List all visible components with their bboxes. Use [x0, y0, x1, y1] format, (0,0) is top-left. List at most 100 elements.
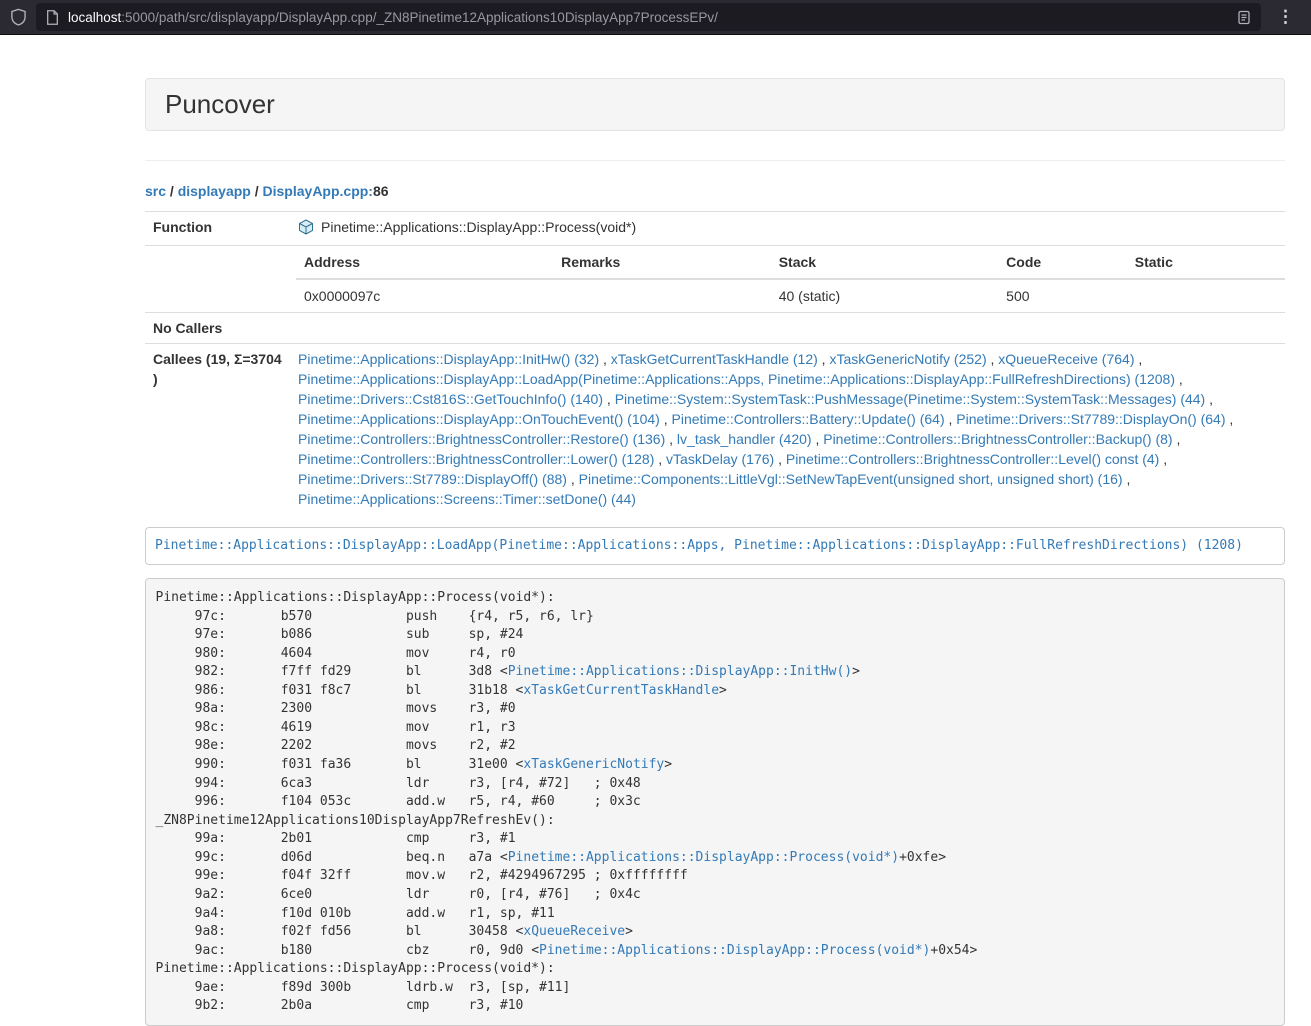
callee-link[interactable]: xQueueReceive (764)	[998, 351, 1134, 367]
asm-symbol-link[interactable]: xQueueReceive	[523, 924, 625, 939]
reader-mode-icon[interactable]	[1237, 10, 1251, 25]
callee-link[interactable]: Pinetime::Controllers::BrightnessControl…	[298, 431, 665, 447]
callee-link[interactable]: Pinetime::Controllers::BrightnessControl…	[786, 451, 1159, 467]
asm-symbol-link[interactable]: Pinetime::Applications::DisplayApp::Proc…	[508, 850, 899, 865]
shield-icon[interactable]	[10, 8, 27, 26]
no-callers-label: No Callers	[145, 312, 290, 343]
asm-symbol-link[interactable]: Pinetime::Applications::DisplayApp::Init…	[508, 664, 852, 679]
text-segment: 98c: 4619 mov r1, r3	[156, 720, 516, 735]
metrics-values-row: 0x0000097c 40 (static) 500	[296, 279, 1285, 312]
text-segment: >	[719, 683, 727, 698]
col-remarks: Remarks	[553, 246, 771, 279]
stack-value: 40 (static)	[771, 279, 998, 312]
callee-link[interactable]: Pinetime::Applications::Screens::Timer::…	[298, 491, 636, 507]
callee-link[interactable]: Pinetime::Controllers::Battery::Update()…	[672, 411, 945, 427]
callee-link[interactable]: Pinetime::Controllers::BrightnessControl…	[298, 451, 654, 467]
breadcrumb-src[interactable]: src	[145, 183, 166, 199]
text-segment: ,	[1175, 371, 1183, 387]
text-segment: ,	[774, 451, 786, 467]
function-row: Function Pinetime::Applications::Display…	[145, 211, 1285, 245]
url-host: localhost	[68, 10, 121, 25]
page-info-icon[interactable]	[46, 10, 59, 25]
text-segment: >	[664, 757, 672, 772]
asm-symbol-link[interactable]: xTaskGenericNotify	[523, 757, 664, 772]
overflow-menu-icon[interactable]: ⋮	[1270, 7, 1301, 27]
callee-link[interactable]: Pinetime::Applications::DisplayApp::OnTo…	[298, 411, 660, 427]
text-segment: 982: f7ff fd29 bl 3d8 <	[156, 664, 508, 679]
breadcrumb-displayapp[interactable]: displayapp	[178, 183, 251, 199]
text-segment: Pinetime::Applications::DisplayApp::Proc…	[156, 961, 555, 976]
callee-link[interactable]: Pinetime::Applications::DisplayApp::Init…	[298, 351, 599, 367]
url-bar[interactable]: localhost:5000/path/src/displayapp/Displ…	[36, 3, 1261, 31]
metrics-cell: Address Remarks Stack Code Static 0x0000…	[290, 245, 1285, 312]
remarks-value	[553, 279, 771, 312]
asm-symbol-link[interactable]: Pinetime::Applications::DisplayApp::Proc…	[539, 943, 930, 958]
page-title-box: Puncover	[145, 78, 1285, 131]
text-segment: 9b2: 2b0a cmp r3, #10	[156, 998, 524, 1013]
breadcrumb: src / displayapp / DisplayApp.cpp:86	[145, 181, 1285, 201]
text-segment: 996: f104 053c add.w r5, r4, #60 ; 0x3c	[156, 794, 641, 809]
address-value: 0x0000097c	[296, 279, 553, 312]
callee-link[interactable]: Pinetime::Drivers::Cst816S::GetTouchInfo…	[298, 391, 603, 407]
text-segment: ,	[818, 351, 830, 367]
callee-link[interactable]: Pinetime::Drivers::St7789::DisplayOff() …	[298, 471, 567, 487]
text-segment: _ZN8Pinetime12Applications10DisplayApp7R…	[156, 813, 555, 828]
callee-link[interactable]: Pinetime::Controllers::BrightnessControl…	[823, 431, 1172, 447]
callee-link[interactable]: vTaskDelay (176)	[666, 451, 774, 467]
metrics-header-row: Address Remarks Stack Code Static	[296, 246, 1285, 279]
function-name: Pinetime::Applications::DisplayApp::Proc…	[321, 219, 636, 235]
text-segment: ,	[1173, 431, 1181, 447]
callees-label: Callees (19, Σ=3704 )	[145, 343, 290, 514]
callee-link[interactable]: xTaskGenericNotify (252)	[829, 351, 986, 367]
text-segment: ,	[1159, 451, 1167, 467]
callee-link[interactable]: lv_task_handler (420)	[677, 431, 812, 447]
code-value: 500	[998, 279, 1127, 312]
text-segment: ,	[660, 411, 672, 427]
function-table: Function Pinetime::Applications::Display…	[145, 211, 1285, 514]
text-segment: 9a8: f02f fd56 bl 30458 <	[156, 924, 524, 939]
page-title: Puncover	[165, 90, 1265, 119]
breadcrumb-file[interactable]: DisplayApp.cpp:	[263, 183, 373, 199]
text-segment: 980: 4604 mov r4, r0	[156, 646, 516, 661]
col-code: Code	[998, 246, 1127, 279]
function-label: Function	[145, 211, 290, 245]
text-segment: 994: 6ca3 ldr r3, [r4, #72] ; 0x48	[156, 776, 641, 791]
asm-symbol-link[interactable]: xTaskGetCurrentTaskHandle	[523, 683, 719, 698]
text-segment: 98e: 2202 movs r2, #2	[156, 738, 516, 753]
text-segment: ,	[599, 351, 611, 367]
text-segment: 97e: b086 sub sp, #24	[156, 627, 524, 642]
text-segment: 9ac: b180 cbz r0, 9d0 <	[156, 943, 540, 958]
text-segment: 99e: f04f 32ff mov.w r2, #4294967295 ; 0…	[156, 868, 688, 883]
callee-link[interactable]: Pinetime::System::SystemTask::PushMessag…	[615, 391, 1206, 407]
text-segment: 9a2: 6ce0 ldr r0, [r4, #76] ; 0x4c	[156, 887, 641, 902]
callee-link[interactable]: Pinetime::Drivers::St7789::DisplayOn() (…	[956, 411, 1225, 427]
text-segment: 9a4: f10d 010b add.w r1, sp, #11	[156, 906, 555, 921]
text-segment: ,	[1226, 411, 1234, 427]
text-segment: ,	[1205, 391, 1213, 407]
text-segment: ,	[1123, 471, 1131, 487]
text-segment: +0xfe>	[899, 850, 946, 865]
callers-cell	[290, 312, 1285, 343]
text-segment: ,	[1134, 351, 1142, 367]
text-segment: 98a: 2300 movs r3, #0	[156, 701, 516, 716]
highlighted-symbol-link[interactable]: Pinetime::Applications::DisplayApp::Load…	[155, 538, 1243, 553]
col-static: Static	[1127, 246, 1285, 279]
text-segment: ,	[603, 391, 615, 407]
text-segment: >	[625, 924, 633, 939]
callees-row: Callees (19, Σ=3704 ) Pinetime::Applicat…	[145, 343, 1285, 514]
callee-link[interactable]: Pinetime::Applications::DisplayApp::Load…	[298, 371, 1175, 387]
callee-link[interactable]: Pinetime::Components::LittleVgl::SetNewT…	[579, 471, 1123, 487]
url-path: :5000/path/src/displayapp/DisplayApp.cpp…	[121, 10, 718, 25]
function-icon	[298, 219, 314, 240]
text-segment: 97c: b570 push {r4, r5, r6, lr}	[156, 609, 594, 624]
callees-list: Pinetime::Applications::DisplayApp::Init…	[290, 343, 1285, 514]
page-content: Puncover src / displayapp / DisplayApp.c…	[145, 35, 1285, 1026]
static-value	[1127, 279, 1285, 312]
text-segment: ,	[945, 411, 957, 427]
metrics-row: Address Remarks Stack Code Static 0x0000…	[145, 245, 1285, 312]
highlighted-symbol-box: Pinetime::Applications::DisplayApp::Load…	[145, 527, 1285, 566]
text-segment: 9ae: f89d 300b ldrb.w r3, [sp, #11]	[156, 980, 571, 995]
callee-link[interactable]: xTaskGetCurrentTaskHandle (12)	[611, 351, 818, 367]
divider	[145, 160, 1285, 161]
text-segment: ,	[665, 431, 677, 447]
